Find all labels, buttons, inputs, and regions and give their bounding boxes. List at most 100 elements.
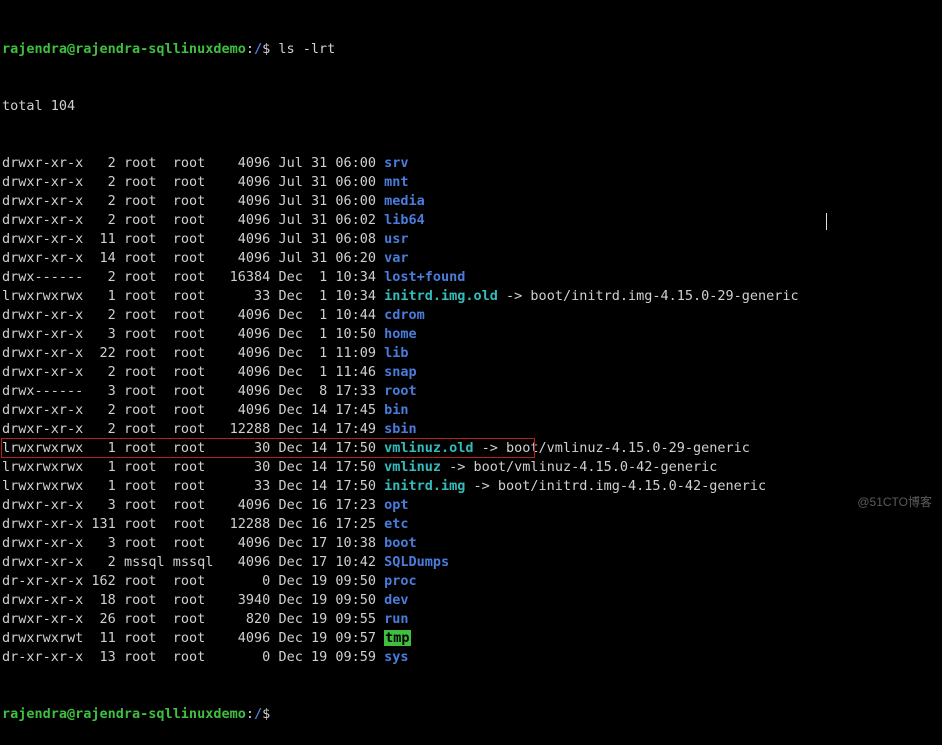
size: 4096 <box>222 554 271 570</box>
file-row: drwxr-xr-x 2 root root 12288 Dec 14 17:4… <box>2 420 940 439</box>
filename: opt <box>384 497 408 513</box>
filename: initrd.img <box>384 478 465 494</box>
link-target: -> boot/vmlinuz-4.15.0-42-generic <box>441 459 717 475</box>
perm: drwxr-xr-x <box>2 155 83 171</box>
owner: root <box>124 459 165 475</box>
filename: vmlinuz <box>384 459 441 475</box>
group: root <box>173 630 214 646</box>
terminal-output[interactable]: rajendra@rajendra-sqllinuxdemo:/$ ls -lr… <box>0 0 942 745</box>
group: root <box>173 649 214 665</box>
size: 12288 <box>222 516 271 532</box>
group: root <box>173 231 214 247</box>
perm: drwxr-xr-x <box>2 212 83 228</box>
group: root <box>173 402 214 418</box>
date: Dec 16 17:25 <box>278 516 376 532</box>
owner: root <box>124 611 165 627</box>
group: root <box>173 212 214 228</box>
group: root <box>173 516 214 532</box>
perm: dr-xr-xr-x <box>2 573 83 589</box>
filename: lib64 <box>384 212 425 228</box>
perm: drwxr-xr-x <box>2 611 83 627</box>
size: 4096 <box>222 345 271 361</box>
date: Dec 1 11:46 <box>278 364 376 380</box>
links: 2 <box>91 269 115 285</box>
owner: root <box>124 326 165 342</box>
filename: media <box>384 193 425 209</box>
size: 4096 <box>222 497 271 513</box>
size: 12288 <box>222 421 271 437</box>
owner: root <box>124 649 165 665</box>
date: Dec 1 10:34 <box>278 288 376 304</box>
group: root <box>173 535 214 551</box>
perm: drwxr-xr-x <box>2 250 83 266</box>
group: root <box>173 288 214 304</box>
size: 0 <box>222 649 271 665</box>
filename: snap <box>384 364 417 380</box>
owner: root <box>124 402 165 418</box>
perm: drwxr-xr-x <box>2 174 83 190</box>
command-text: ls -lrt <box>278 41 335 57</box>
owner: root <box>124 573 165 589</box>
date: Dec 19 09:50 <box>278 592 376 608</box>
links: 2 <box>91 307 115 323</box>
perm: dr-xr-xr-x <box>2 649 83 665</box>
link-target: -> boot/initrd.img-4.15.0-42-generic <box>465 478 766 494</box>
file-row: dr-xr-xr-x 13 root root 0 Dec 19 09:59 s… <box>2 648 940 667</box>
file-row: lrwxrwxrwx 1 root root 33 Dec 14 17:50 i… <box>2 477 940 496</box>
owner: root <box>124 345 165 361</box>
watermark-text: @51CTO博客 <box>857 493 932 512</box>
file-row: drwxr-xr-x 18 root root 3940 Dec 19 09:5… <box>2 591 940 610</box>
size: 4096 <box>222 307 271 323</box>
owner: root <box>124 231 165 247</box>
date: Dec 14 17:50 <box>278 478 376 494</box>
size: 4096 <box>222 364 271 380</box>
size: 4096 <box>222 383 271 399</box>
file-row: drwxr-xr-x 2 root root 4096 Jul 31 06:00… <box>2 192 940 211</box>
filename: tmp <box>384 630 410 646</box>
owner: root <box>124 212 165 228</box>
filename: usr <box>384 231 408 247</box>
size: 4096 <box>222 212 271 228</box>
filename: initrd.img.old <box>384 288 498 304</box>
owner: root <box>124 174 165 190</box>
prompt-line-end: rajendra@rajendra-sqllinuxdemo:/$ <box>2 705 940 724</box>
file-row: drwxr-xr-x 2 root root 4096 Jul 31 06:00… <box>2 154 940 173</box>
size: 4096 <box>222 193 271 209</box>
perm: drwxrwxrwt <box>2 630 83 646</box>
date: Dec 1 10:44 <box>278 307 376 323</box>
filename: lost+found <box>384 269 465 285</box>
perm: drwxr-xr-x <box>2 554 83 570</box>
file-row: drwxrwxrwt 11 root root 4096 Dec 19 09:5… <box>2 629 940 648</box>
size: 820 <box>222 611 271 627</box>
text-cursor-icon <box>826 213 827 230</box>
links: 2 <box>91 212 115 228</box>
size: 4096 <box>222 174 271 190</box>
perm: drwxr-xr-x <box>2 497 83 513</box>
links: 1 <box>91 288 115 304</box>
file-row: drwxr-xr-x 3 root root 4096 Dec 1 10:50 … <box>2 325 940 344</box>
filename: proc <box>384 573 417 589</box>
perm: drwxr-xr-x <box>2 307 83 323</box>
group: root <box>173 174 214 190</box>
file-row: drwxr-xr-x 22 root root 4096 Dec 1 11:09… <box>2 344 940 363</box>
group: root <box>173 307 214 323</box>
group: root <box>173 155 214 171</box>
date: Dec 1 10:34 <box>278 269 376 285</box>
perm: drwx------ <box>2 383 83 399</box>
links: 162 <box>91 573 115 589</box>
owner: root <box>124 250 165 266</box>
links: 3 <box>91 497 115 513</box>
date: Dec 19 09:59 <box>278 649 376 665</box>
file-row: drwxr-xr-x 2 root root 4096 Jul 31 06:00… <box>2 173 940 192</box>
perm: lrwxrwxrwx <box>2 478 83 494</box>
file-row: drwx------ 3 root root 4096 Dec 8 17:33 … <box>2 382 940 401</box>
perm: drwxr-xr-x <box>2 364 83 380</box>
perm: drwxr-xr-x <box>2 402 83 418</box>
date: Jul 31 06:00 <box>278 174 376 190</box>
file-row: drwxr-xr-x 2 root root 4096 Dec 1 10:44 … <box>2 306 940 325</box>
group: root <box>173 269 214 285</box>
perm: drwxr-xr-x <box>2 326 83 342</box>
file-row: drwxr-xr-x 2 root root 4096 Dec 14 17:45… <box>2 401 940 420</box>
group: root <box>173 459 214 475</box>
filename: sbin <box>384 421 417 437</box>
